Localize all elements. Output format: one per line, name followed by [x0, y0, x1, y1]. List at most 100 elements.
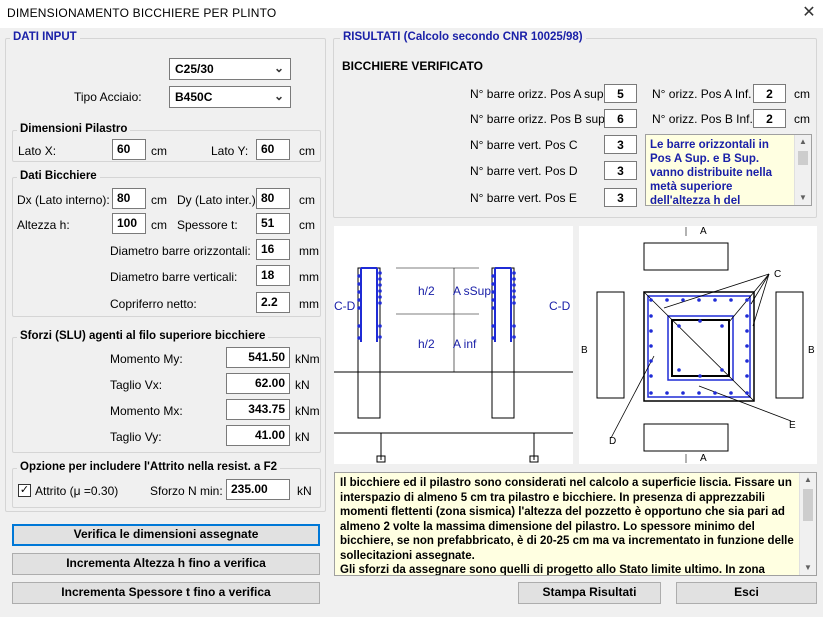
rebar-dot — [357, 282, 361, 286]
rebar-dot — [491, 298, 495, 302]
rebar-dot — [698, 319, 702, 323]
steel-select[interactable]: B450C ⌄ — [169, 86, 291, 108]
rebar-dot — [512, 271, 516, 275]
e-label: E — [789, 420, 796, 431]
note-scrollbar[interactable]: ▲ ▼ — [794, 135, 811, 205]
a-sup-label: A sSup — [453, 284, 492, 298]
dy-input[interactable]: 80 — [256, 188, 290, 209]
rebar-dot — [512, 289, 516, 293]
rebar-dot — [729, 391, 733, 395]
info-line: bicchiere, se non prefabbricato, è di 20… — [340, 535, 794, 547]
attrito-checkbox-label: Attrito (μ =0.30) — [35, 484, 119, 498]
rebar-dot — [512, 295, 516, 299]
dx-unit: cm — [151, 193, 167, 207]
note-line: metà superiore — [650, 181, 733, 193]
rebar-dot — [378, 295, 382, 299]
d-orizz-label: Diametro barre orizzontali: — [110, 244, 251, 258]
d-orizz-unit: mm — [299, 244, 319, 258]
info-line: almeno 2 volte la massima dimensione del… — [340, 520, 755, 533]
attrito-checkbox[interactable]: ✓ — [18, 484, 31, 497]
plan-drawing-svg — [596, 227, 804, 463]
scroll-up-icon[interactable]: ▲ — [795, 135, 811, 149]
rebar-dot — [378, 301, 382, 305]
lx-label: Lato X: — [18, 144, 57, 158]
vx-input[interactable]: 62.00 — [226, 373, 290, 394]
rebar-dot — [357, 306, 361, 310]
c-label: C — [774, 269, 782, 280]
cd-right-label: C-D — [549, 299, 571, 313]
d-label: D — [609, 436, 617, 447]
ly-label: Lato Y: — [211, 144, 249, 158]
info-line: momenti flettenti (zona sismica) l'altez… — [340, 506, 785, 518]
vy-unit: kN — [295, 430, 310, 444]
pos-e-value: 3 — [604, 188, 637, 207]
steel-label: Tipo Acciaio: — [74, 90, 142, 104]
rebar-dot — [378, 271, 382, 275]
copri-input[interactable]: 2.2 — [256, 292, 290, 313]
rebar-dot — [491, 336, 495, 340]
pilastro-title: Dimensioni Pilastro — [17, 123, 131, 135]
pos-a-sup-value: 5 — [604, 84, 637, 103]
d-orizz-input[interactable]: 16 — [256, 239, 290, 260]
d-vert-input[interactable]: 18 — [256, 265, 290, 286]
results-section-title: RISULTATI (Calcolo secondo CNR 10025/98) — [340, 31, 586, 43]
ly-input[interactable]: 60 — [256, 139, 290, 160]
concrete-select[interactable]: C25/30 ⌄ — [169, 58, 291, 80]
close-icon[interactable]: ✕ — [799, 3, 819, 23]
input-section-title: DATI INPUT — [10, 31, 80, 43]
info-line: interspazio di almeno 5 cm tra pilastro … — [340, 491, 765, 504]
rebar-dot — [649, 298, 653, 302]
info-scrollbar[interactable]: ▲ ▼ — [799, 473, 816, 575]
h-input[interactable]: 100 — [112, 213, 146, 234]
scroll-up-icon[interactable]: ▲ — [800, 473, 816, 487]
info-line: Il bicchiere ed il pilastro sono conside… — [340, 477, 792, 489]
rebar-dot — [512, 283, 516, 287]
dy-unit: cm — [299, 193, 315, 207]
stampa-button[interactable]: Stampa Risultati — [518, 582, 661, 604]
scroll-down-icon[interactable]: ▼ — [800, 561, 816, 575]
info-text: Il bicchiere ed il pilastro sono conside… — [340, 476, 800, 576]
incrementa-t-button[interactable]: Incrementa Spessore t fino a verifica — [12, 582, 320, 604]
vx-unit: kN — [295, 378, 310, 392]
vy-input[interactable]: 41.00 — [226, 425, 290, 446]
mx-input[interactable]: 343.75 — [226, 399, 290, 420]
rebar-dot — [378, 324, 382, 328]
incrementa-h-button[interactable]: Incrementa Altezza h fino a verifica — [12, 553, 320, 575]
rebar-note-text: Le barre orizzontali in Pos A Sup. e B S… — [650, 138, 790, 205]
dx-input[interactable]: 80 — [112, 188, 146, 209]
scroll-thumb[interactable] — [798, 151, 808, 165]
rebar-dot — [491, 306, 495, 310]
scroll-down-icon[interactable]: ▼ — [795, 191, 811, 205]
info-line: Gli sforzi da assegnare sono quelli di p… — [340, 564, 765, 576]
b-left-label: B — [581, 345, 588, 356]
dx-label: Dx (Lato interno): — [17, 193, 110, 207]
h2-bottom-label: h/2 — [418, 337, 435, 351]
rebar-dot — [745, 329, 749, 333]
rebar-dot — [378, 335, 382, 339]
lx-input[interactable]: 60 — [112, 139, 146, 160]
mx-unit: kNm — [295, 404, 320, 418]
scroll-thumb[interactable] — [803, 489, 813, 521]
info-text-box: Il bicchiere ed il pilastro sono conside… — [334, 472, 817, 576]
n-input[interactable]: 235.00 — [226, 479, 290, 500]
h2-top-label: h/2 — [418, 284, 435, 298]
t-input[interactable]: 51 — [256, 213, 290, 234]
attrito-title: Opzione per includere l'Attrito nella re… — [17, 461, 281, 473]
rebar-dot — [491, 282, 495, 286]
rebar-dot — [677, 368, 681, 372]
t-label: Spessore t: — [177, 218, 238, 232]
plan-drawing: A A B B C D E — [579, 226, 817, 464]
pos-d-value: 3 — [604, 161, 637, 180]
note-line: vanno distribuite nella — [650, 167, 773, 179]
my-input[interactable]: 541.50 — [226, 347, 290, 368]
cd-left-label: C-D — [334, 299, 356, 313]
verifica-button[interactable]: Verifica le dimensioni assegnate — [12, 524, 320, 546]
esci-button[interactable]: Esci — [676, 582, 817, 604]
pos-d-label: N° barre vert. Pos D — [470, 164, 578, 178]
rebar-dot — [745, 374, 749, 378]
rebar-dot — [649, 374, 653, 378]
a-bottom-label: A — [700, 453, 707, 464]
rebar-dot — [491, 274, 495, 278]
my-unit: kNm — [295, 352, 320, 366]
rebar-dot — [681, 391, 685, 395]
